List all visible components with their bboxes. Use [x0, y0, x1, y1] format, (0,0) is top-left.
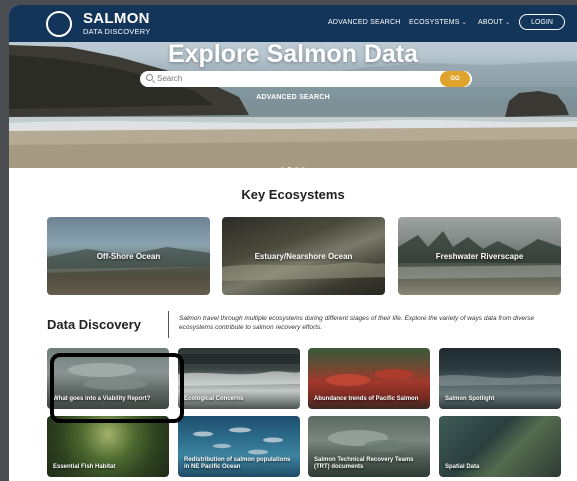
data-card-redistribution[interactable]: Redistribution of salmon populations in … [178, 416, 300, 477]
search-placeholder: Search [157, 74, 183, 83]
data-card-ecological-concerns[interactable]: Ecological Concerns [178, 348, 300, 409]
nav-about[interactable]: ABOUT ⌄ [478, 19, 510, 26]
chevron-down-icon: ⌄ [461, 20, 467, 26]
hero-banner: SALMON DATA DISCOVERY ADVANCED SEARCH EC… [9, 5, 577, 168]
data-card-abundance-trends[interactable]: Abundance trends of Pacific Salmon [308, 348, 430, 409]
salmon-logo-icon[interactable] [46, 11, 72, 37]
ecosystem-label: Freshwater Riverscape [435, 251, 524, 261]
data-card-essential-fish-habitat[interactable]: Essential Fish Habitat [47, 416, 169, 477]
search-input[interactable]: Search [140, 71, 472, 87]
section-divider [168, 311, 169, 338]
carousel-dot[interactable] [295, 167, 298, 168]
card-label: Essential Fish Habitat [53, 464, 116, 470]
key-ecosystems-title: Key Ecosystems [241, 187, 345, 202]
carousel-dots [9, 157, 577, 168]
top-navigation: SALMON DATA DISCOVERY ADVANCED SEARCH EC… [9, 5, 577, 42]
data-card-salmon-spotlight[interactable]: Salmon Spotlight [439, 348, 561, 409]
chevron-down-icon: ⌄ [505, 20, 511, 26]
card-label: Salmon Technical Recovery Teams (TRT) do… [314, 457, 414, 470]
data-card-spatial-data[interactable]: Spatial Data [439, 416, 561, 477]
data-discovery-description: Salmon travel through multiple ecosystem… [179, 315, 535, 331]
card-label: Redistribution of salmon populations in … [184, 457, 291, 470]
go-button[interactable]: GO [440, 71, 470, 87]
ecosystem-label: Off-Shore Ocean [96, 251, 161, 261]
data-card-trt-documents[interactable]: Salmon Technical Recovery Teams (TRT) do… [308, 416, 430, 477]
nav-ecosystems[interactable]: ECOSYSTEMS ⌄ [409, 19, 467, 26]
ecosystem-card-offshore[interactable]: Off-Shore Ocean [47, 217, 210, 295]
card-label: Ecological Concerns [184, 396, 244, 402]
advanced-search-link[interactable]: ADVANCED SEARCH [256, 94, 330, 101]
brand-subtitle: DATA DISCOVERY [83, 27, 151, 36]
browser-page: SALMON DATA DISCOVERY ADVANCED SEARCH EC… [9, 5, 577, 481]
nav-advanced-search[interactable]: ADVANCED SEARCH [328, 19, 401, 26]
card-label: Salmon Spotlight [445, 396, 495, 402]
search-icon [146, 74, 153, 81]
ecosystem-label: Estuary/Nearshore Ocean [254, 251, 353, 261]
hero-title: Explore Salmon Data [167, 40, 419, 68]
hero-advanced-search-link: ADVANCED SEARCH [9, 94, 577, 101]
card-label: Spatial Data [445, 464, 480, 470]
carousel-dot[interactable] [288, 167, 291, 168]
card-label: Abundance trends of Pacific Salmon [314, 396, 419, 402]
data-discovery-title: Data Discovery [47, 317, 141, 332]
ecosystem-card-estuary[interactable]: Estuary/Nearshore Ocean [222, 217, 385, 295]
brand-name[interactable]: SALMON [83, 10, 150, 27]
login-button[interactable]: LOGIN [519, 14, 565, 30]
carousel-dot[interactable] [281, 167, 284, 168]
carousel-dot[interactable] [302, 167, 305, 168]
ecosystem-card-freshwater[interactable]: Freshwater Riverscape [398, 217, 561, 295]
highlight-annotation [50, 353, 184, 423]
